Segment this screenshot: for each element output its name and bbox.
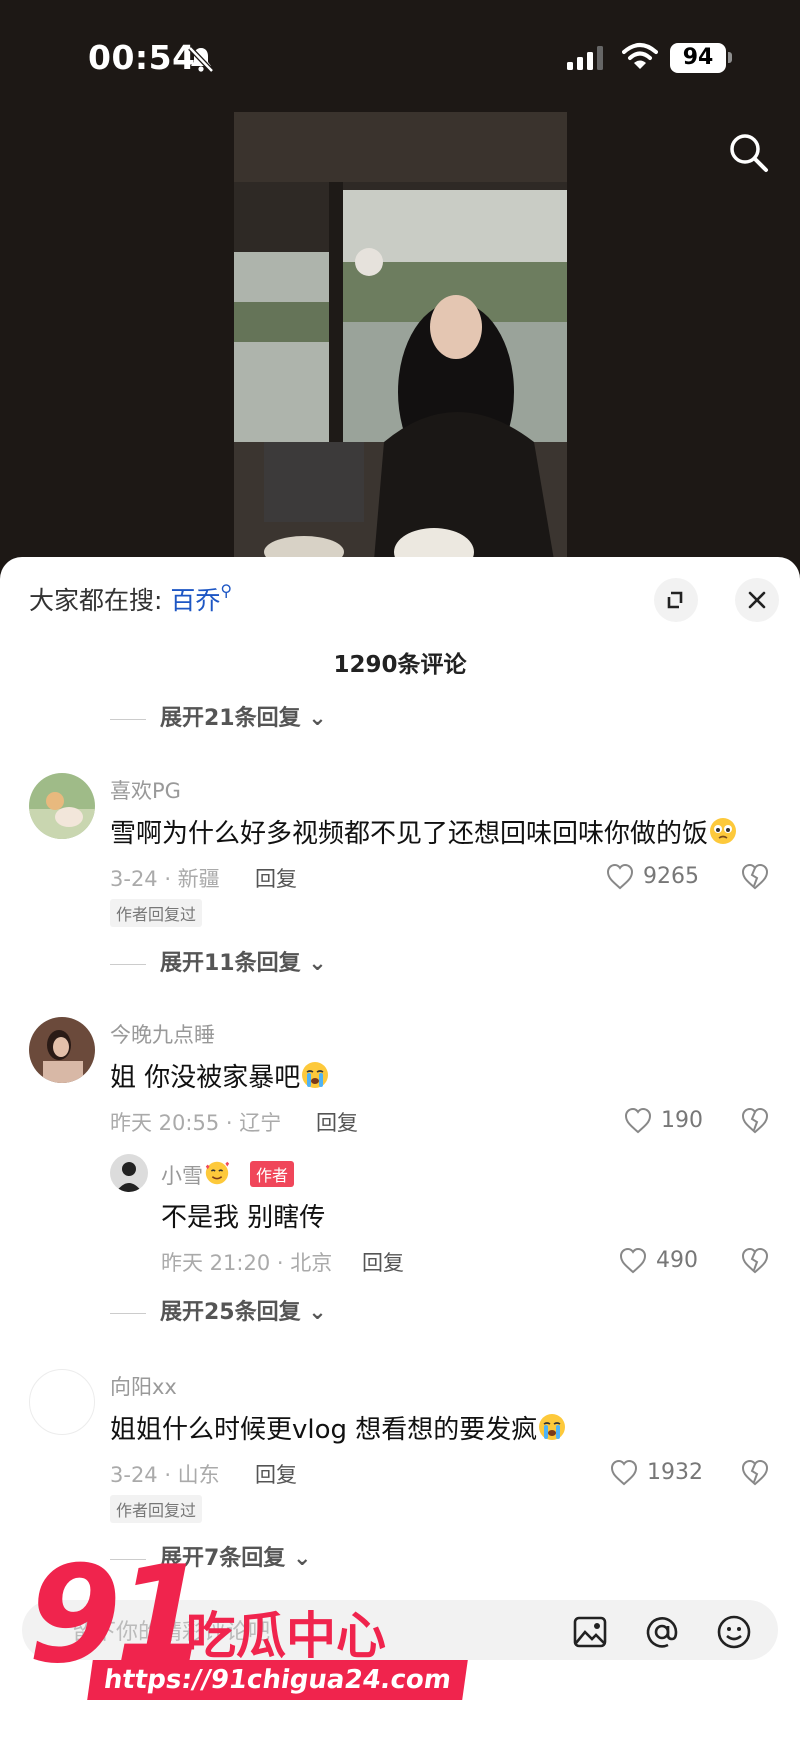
reply-button[interactable]: 回复 <box>316 1107 358 1137</box>
search-icon[interactable] <box>726 130 770 174</box>
reply-button[interactable]: 回复 <box>362 1247 404 1277</box>
divider-line <box>110 1312 146 1314</box>
reply-username-text: 小雪 <box>161 1164 203 1188</box>
hot-search: 大家都在搜: 百乔⚲ <box>29 581 232 617</box>
small-search-icon: ⚲ <box>220 581 233 600</box>
divider-line <box>110 718 146 720</box>
hot-search-prefix: 大家都在搜: <box>29 586 163 615</box>
comment-text: 姐 你没被家暴吧 <box>110 1057 330 1094</box>
battery-tip <box>728 52 732 63</box>
expand-label: 展开21条回复 <box>160 706 301 731</box>
heart-icon <box>606 863 634 890</box>
avatar[interactable] <box>110 1154 148 1192</box>
dislike-icon[interactable] <box>740 1458 770 1488</box>
bell-muted-icon <box>188 46 214 73</box>
crying-face-emoji-icon <box>539 1414 566 1440</box>
wifi-icon <box>622 43 658 69</box>
comment-username[interactable]: 向阳xx <box>110 1371 177 1401</box>
comment-text: 雪啊为什么好多视频都不见了还想回味回味你做的饭 <box>110 813 738 850</box>
heart-icon <box>610 1459 638 1486</box>
comment-text: 不是我 别瞎传 <box>161 1203 326 1233</box>
smiling-hearts-emoji-icon <box>205 1161 230 1185</box>
comment-username[interactable]: 小雪 <box>161 1159 231 1190</box>
author-replied-tag: 作者回复过 <box>110 1495 203 1523</box>
like-button[interactable]: 190 <box>623 1106 703 1136</box>
author-replied-tag: 作者回复过 <box>110 899 203 927</box>
like-count: 490 <box>656 1248 698 1273</box>
signal-icon <box>567 46 603 70</box>
video-area[interactable]: 00:54 94 <box>0 0 800 560</box>
comment-count: 1290条评论 <box>333 652 467 678</box>
status-bar: 00:54 94 <box>0 38 800 82</box>
dislike-icon[interactable] <box>740 1106 770 1136</box>
reply-button[interactable]: 回复 <box>255 863 297 893</box>
comment-text-content: 姐 你没被家暴吧 <box>110 1063 301 1093</box>
dislike-icon[interactable] <box>740 862 770 892</box>
comment-date-location: 昨天 20:55 · 辽宁 <box>110 1111 282 1135</box>
expand-replies-button[interactable]: 展开11条回复 ⌄ <box>110 945 327 977</box>
comment-username[interactable]: 今晚九点睡 <box>110 1019 215 1049</box>
emoji-icon[interactable] <box>716 1614 752 1650</box>
chevron-down-icon: ⌄ <box>308 951 327 976</box>
watermark-url: https://91chigua24.com <box>87 1660 468 1700</box>
author-badge: 作者 <box>250 1161 295 1187</box>
close-icon[interactable] <box>735 578 779 622</box>
like-button[interactable]: 9265 <box>605 862 700 892</box>
like-count: 190 <box>661 1108 703 1133</box>
avatar[interactable] <box>29 1017 95 1083</box>
pleading-face-emoji-icon <box>710 818 737 844</box>
avatar[interactable] <box>29 773 95 839</box>
comment-date-location: 3-24 · 山东 <box>110 1463 220 1487</box>
heart-icon <box>619 1247 647 1274</box>
comment-text-content: 姐姐什么时候更vlog 想看想的要发疯 <box>110 1415 538 1445</box>
expand-icon[interactable] <box>654 578 698 622</box>
like-count: 9265 <box>643 864 699 889</box>
reply-button[interactable]: 回复 <box>255 1459 297 1489</box>
expand-label: 展开25条回复 <box>160 1300 301 1325</box>
divider-line <box>110 963 146 965</box>
expand-replies-button[interactable]: 展开25条回复 ⌄ <box>110 1294 327 1326</box>
chevron-down-icon: ⌄ <box>308 1300 327 1325</box>
battery-indicator: 94 <box>670 43 726 73</box>
expand-label: 展开11条回复 <box>160 951 301 976</box>
comment-date-location: 3-24 · 新疆 <box>110 867 220 891</box>
status-time: 00:54 <box>88 38 196 77</box>
chevron-down-icon: ⌄ <box>292 1546 312 1571</box>
like-button[interactable]: 1932 <box>609 1458 704 1488</box>
chevron-down-icon: ⌄ <box>308 706 327 731</box>
expand-replies-button[interactable]: 展开21条回复 ⌄ <box>110 700 327 732</box>
image-icon[interactable] <box>572 1614 608 1650</box>
heart-icon <box>624 1107 652 1134</box>
comment-text: 姐姐什么时候更vlog 想看想的要发疯 <box>110 1409 567 1446</box>
at-icon[interactable] <box>644 1614 680 1650</box>
like-button[interactable]: 490 <box>618 1246 703 1276</box>
dislike-icon[interactable] <box>740 1246 770 1276</box>
comment-date-location: 昨天 21:20 · 北京 <box>161 1251 333 1275</box>
hot-search-link[interactable]: 百乔 <box>170 586 220 615</box>
avatar[interactable] <box>29 1369 95 1435</box>
like-count: 1932 <box>647 1460 703 1485</box>
video-thumbnail[interactable] <box>234 112 567 560</box>
watermark-text: 吃瓜中心 <box>186 1607 386 1665</box>
comment-text-content: 雪啊为什么好多视频都不见了还想回味回味你做的饭 <box>110 819 709 849</box>
comment-username[interactable]: 喜欢PG <box>110 775 181 805</box>
crying-face-emoji-icon <box>302 1062 329 1088</box>
